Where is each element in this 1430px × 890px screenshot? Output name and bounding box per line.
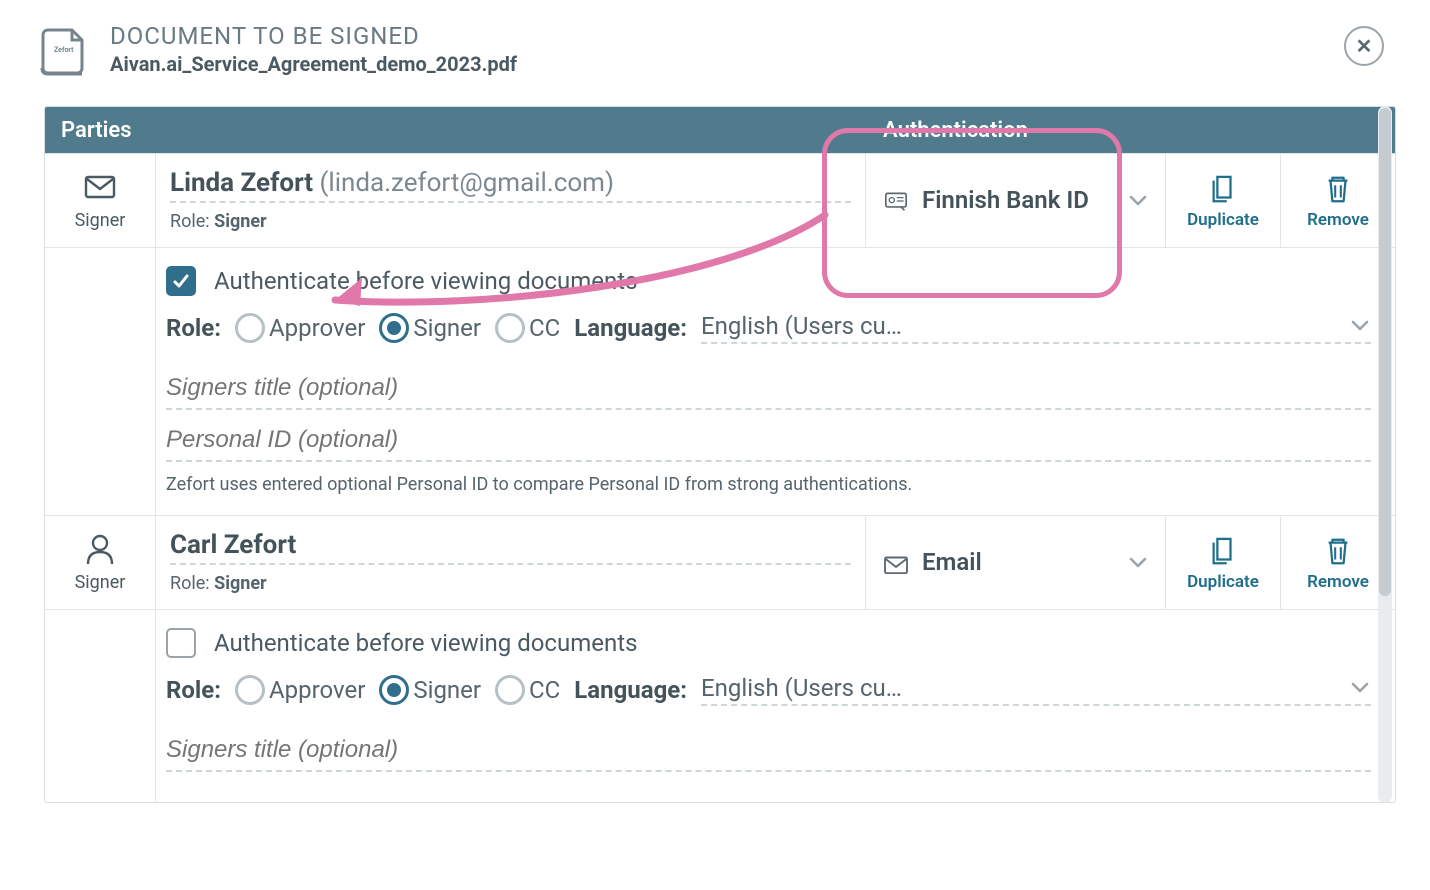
party-name: Carl Zefort (170, 530, 296, 560)
authentication-value: Email (922, 549, 1115, 575)
language-select[interactable]: English (Users cu… (701, 674, 1371, 706)
chevron-down-icon (1127, 552, 1149, 574)
language-field-label: Language: (574, 314, 687, 342)
signer-type-label: Signer (75, 210, 126, 231)
document-meta: DOCUMENT TO BE SIGNED Aivan.ai_Service_A… (110, 22, 1344, 76)
signers-title-input[interactable] (166, 368, 1371, 410)
authentication-select[interactable]: Email (865, 516, 1165, 609)
table-header: Parties Authentication (45, 107, 1395, 153)
duplicate-button[interactable]: Duplicate (1165, 154, 1280, 247)
party-top-row: Signer Linda Zefort (linda.zefort@gmail.… (45, 153, 1395, 247)
authenticate-before-view-checkbox[interactable] (166, 266, 196, 296)
role-cc-radio[interactable] (495, 675, 525, 705)
envelope-icon (882, 552, 910, 574)
party-name-cell[interactable]: Carl Zefort Role: Signer (155, 516, 865, 609)
party-role-value: Signer (214, 211, 267, 232)
party-options: Authenticate before viewing documents Ro… (45, 609, 1395, 802)
role-approver-radio[interactable] (235, 675, 265, 705)
party-block: Signer Carl Zefort Role: Signer Email (45, 515, 1395, 802)
check-icon (172, 272, 190, 290)
column-parties-header: Parties (45, 118, 865, 143)
party-email: (linda.zefort@gmail.com) (319, 168, 614, 198)
parties-panel: Parties Authentication Signer Linda Zefo… (44, 106, 1396, 803)
person-icon (83, 532, 117, 566)
personal-id-help-text: Zefort uses entered optional Personal ID… (166, 474, 1371, 495)
party-block: Signer Linda Zefort (linda.zefort@gmail.… (45, 153, 1395, 515)
role-approver-radio[interactable] (235, 313, 265, 343)
duplicate-button[interactable]: Duplicate (1165, 516, 1280, 609)
chevron-down-icon (1349, 677, 1371, 699)
signer-type-label: Signer (75, 572, 126, 593)
duplicate-icon (1208, 172, 1238, 206)
chevron-down-icon (1127, 190, 1149, 212)
authenticate-before-view-label: Authenticate before viewing documents (214, 267, 638, 295)
signer-type-cell: Signer (45, 516, 155, 609)
trash-icon (1323, 172, 1353, 206)
role-field-label: Role: (166, 676, 221, 704)
party-options: Authenticate before viewing documents Ro… (45, 247, 1395, 515)
envelope-icon (83, 170, 117, 204)
signer-type-cell: Signer (45, 154, 155, 247)
authentication-value: Finnish Bank ID (922, 187, 1115, 213)
party-name-cell[interactable]: Linda Zefort (linda.zefort@gmail.com) Ro… (155, 154, 865, 247)
party-top-row: Signer Carl Zefort Role: Signer Email (45, 515, 1395, 609)
personal-id-input[interactable] (166, 420, 1371, 462)
document-filename: Aivan.ai_Service_Agreement_demo_2023.pdf (110, 52, 1344, 76)
language-value: English (Users cu… (701, 312, 1341, 340)
party-role-value: Signer (214, 573, 267, 594)
chevron-down-icon (1349, 315, 1371, 337)
language-value: English (Users cu… (701, 674, 1341, 702)
document-top-label: DOCUMENT TO BE SIGNED (110, 22, 1344, 50)
role-signer-radio[interactable] (379, 313, 409, 343)
trash-icon (1323, 534, 1353, 568)
scrollbar-thumb[interactable] (1379, 108, 1391, 596)
authenticate-before-view-label: Authenticate before viewing documents (214, 629, 638, 657)
close-button[interactable]: ✕ (1344, 26, 1384, 66)
authenticate-before-view-checkbox[interactable] (166, 628, 196, 658)
signers-title-input[interactable] (166, 730, 1371, 772)
document-icon (36, 22, 92, 78)
language-select[interactable]: English (Users cu… (701, 312, 1371, 344)
role-signer-radio[interactable] (379, 675, 409, 705)
party-name: Linda Zefort (170, 168, 313, 198)
language-field-label: Language: (574, 676, 687, 704)
scrollbar-track[interactable] (1378, 106, 1392, 803)
column-authentication-header: Authentication (865, 118, 1165, 143)
duplicate-icon (1208, 534, 1238, 568)
role-field-label: Role: (166, 314, 221, 342)
authentication-select[interactable]: Finnish Bank ID (865, 154, 1165, 247)
id-card-icon (882, 190, 910, 212)
role-cc-radio[interactable] (495, 313, 525, 343)
modal-header: DOCUMENT TO BE SIGNED Aivan.ai_Service_A… (0, 0, 1430, 78)
